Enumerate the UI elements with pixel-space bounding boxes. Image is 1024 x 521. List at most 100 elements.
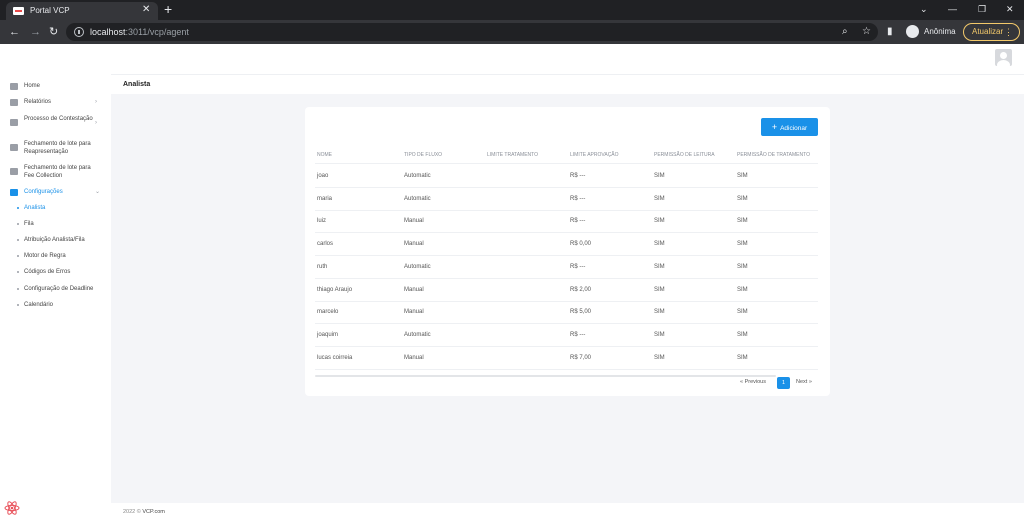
cell-limite-aprovacao: R$ ---: [570, 263, 586, 270]
table-row[interactable]: joao Automatic R$ --- SIM SIM: [315, 165, 818, 188]
cell-nome: ruth: [317, 263, 328, 270]
cell-nome: lucas coirreia: [317, 354, 353, 361]
table-row[interactable]: ruth Automatic R$ --- SIM SIM: [315, 256, 818, 279]
incognito-icon[interactable]: [906, 25, 919, 38]
pagination-previous[interactable]: « Previous: [740, 379, 766, 386]
cell-permissao-tratamento: SIM: [737, 309, 748, 316]
cell-tipo-fluxo: Manual: [404, 309, 424, 316]
cell-nome: luiz: [317, 218, 327, 225]
column-header-permissao-tratamento[interactable]: Permissão de tratamento: [737, 152, 810, 158]
bullet-icon: [17, 239, 19, 241]
tab-title: Portal VCP: [30, 6, 70, 15]
table-row[interactable]: maria Automatic R$ --- SIM SIM: [315, 188, 818, 211]
sidebar-sub-label: Fila: [24, 221, 34, 227]
column-header-permissao-leitura[interactable]: Permissão de leitura: [654, 152, 715, 158]
cell-permissao-tratamento: SIM: [737, 331, 748, 338]
back-icon[interactable]: ←: [9, 25, 20, 39]
cell-permissao-tratamento: SIM: [737, 354, 748, 361]
column-header-limite-tratamento[interactable]: Limite tratamento: [487, 152, 538, 158]
profile-name[interactable]: Anônima: [924, 26, 956, 38]
cell-permissao-tratamento: SIM: [737, 173, 748, 179]
restore-button[interactable]: ❐: [978, 2, 986, 16]
column-header-tipo-fluxo[interactable]: Tipo de fluxo: [404, 152, 442, 158]
sidebar-sub-deadline[interactable]: Configuração de Deadline: [0, 284, 111, 294]
cell-permissao-tratamento: SIM: [737, 263, 748, 270]
batch-icon: [10, 168, 18, 175]
bullet-icon: [17, 304, 19, 306]
cell-nome: maria: [317, 195, 333, 202]
zoom-icon[interactable]: ⌕: [842, 25, 848, 39]
footer-text: 2022 © VCP.com: [123, 508, 165, 516]
horizontal-scrollbar[interactable]: [315, 375, 776, 377]
process-icon: [10, 119, 18, 126]
forward-icon[interactable]: →: [30, 25, 41, 39]
column-header-nome[interactable]: Nome: [317, 152, 332, 158]
cell-limite-aprovacao: R$ ---: [570, 173, 586, 179]
page-header: Analista: [111, 74, 1024, 94]
new-tab-button[interactable]: +: [164, 1, 172, 17]
cell-tipo-fluxo: Manual: [404, 241, 424, 248]
table-row[interactable]: marcelo Manual R$ 5,00 SIM SIM: [315, 301, 818, 325]
site-info-icon[interactable]: [74, 27, 84, 37]
reload-icon[interactable]: ↻: [49, 25, 58, 39]
cell-permissao-leitura: SIM: [654, 286, 665, 293]
table-row[interactable]: thiago Araujo Manual R$ 2,00 SIM SIM: [315, 279, 818, 302]
sidebar-item-label: Home: [24, 83, 41, 89]
react-devtools-icon[interactable]: [4, 500, 20, 516]
reports-icon: [10, 99, 18, 106]
cell-tipo-fluxo: Automatic: [404, 263, 431, 270]
sidebar-sub-motor-regra[interactable]: Motor de Regra: [0, 251, 111, 261]
pagination-next[interactable]: Next »: [796, 379, 812, 386]
header-divider: [315, 163, 818, 164]
bullet-icon: [17, 207, 19, 209]
tab-close-icon[interactable]: ✕: [142, 4, 150, 16]
sidebar-sub-atribuicao[interactable]: Atribuição Analista/Fila: [0, 235, 111, 245]
sidebar-sub-label: Calendário: [24, 302, 54, 308]
sidebar-item-label: Fechamento de lote para Fee Collection: [24, 165, 91, 179]
cell-limite-aprovacao: R$ ---: [570, 218, 586, 225]
pagination-page-1[interactable]: 1: [777, 377, 790, 389]
user-avatar[interactable]: [995, 49, 1012, 66]
cell-limite-aprovacao: R$ 7,00: [570, 354, 592, 361]
close-window-button[interactable]: ✕: [1006, 2, 1014, 16]
sidebar-sub-label: Analista: [24, 205, 46, 211]
cell-limite-aprovacao: R$ 2,00: [570, 286, 592, 293]
update-label: Atualizar: [972, 27, 1004, 36]
sidebar-sub-codigos-erros[interactable]: Códigos de Erros: [0, 267, 111, 277]
table-row[interactable]: luiz Manual R$ --- SIM SIM: [315, 210, 818, 234]
bookmark-star-icon[interactable]: ☆: [862, 25, 871, 39]
add-button-label: Adicionar: [780, 125, 808, 132]
table-row[interactable]: joaquim Automatic R$ --- SIM SIM: [315, 324, 818, 347]
plus-icon: +: [771, 122, 778, 132]
chevron-right-icon: ›: [95, 120, 97, 126]
table-row[interactable]: carlos Manual R$ 0,00 SIM SIM: [315, 233, 818, 257]
table-row[interactable]: lucas coirreia Manual R$ 7,00 SIM SIM: [315, 347, 818, 370]
bullet-icon: [17, 288, 19, 290]
minimize-button[interactable]: —: [948, 2, 957, 16]
settings-icon: [10, 189, 18, 196]
side-panel-icon[interactable]: ▮: [887, 25, 893, 39]
column-header-limite-aprovacao[interactable]: Limite aprovação: [570, 152, 619, 158]
sidebar-item-label: Configurações: [24, 189, 63, 195]
address-bar[interactable]: localhost:3011/vcp/agent ⌕ ☆: [66, 23, 878, 41]
cell-nome: joao: [317, 173, 329, 179]
cell-limite-aprovacao: R$ ---: [570, 195, 586, 202]
sidebar-sub-analista[interactable]: Analista: [0, 203, 111, 213]
tab-search-icon[interactable]: ⌄: [920, 2, 928, 16]
cell-limite-aprovacao: R$ ---: [570, 331, 586, 338]
cell-nome: joaquim: [317, 331, 339, 338]
browser-toolbar: ← → ↻ localhost:3011/vcp/agent ⌕ ☆ ▮ Anô…: [0, 20, 1024, 44]
add-button[interactable]: + Adicionar: [761, 118, 818, 136]
browser-tab[interactable]: Portal VCP ✕: [6, 2, 158, 20]
sidebar-item-label: Processo de Contestação: [24, 116, 93, 122]
footer-brand-link[interactable]: VCP.com: [142, 509, 165, 515]
menu-dots-icon[interactable]: ⋮: [1004, 24, 1013, 40]
home-icon: [10, 83, 18, 90]
cell-permissao-leitura: SIM: [654, 195, 665, 202]
sidebar-sub-label: Atribuição Analista/Fila: [24, 237, 85, 243]
cell-permissao-tratamento: SIM: [737, 195, 748, 202]
sidebar-sub-label: Motor de Regra: [24, 253, 66, 259]
update-button[interactable]: Atualizar ⋮: [963, 23, 1020, 41]
sidebar-sub-calendario[interactable]: Calendário: [0, 300, 111, 310]
sidebar-sub-fila[interactable]: Fila: [0, 219, 111, 229]
